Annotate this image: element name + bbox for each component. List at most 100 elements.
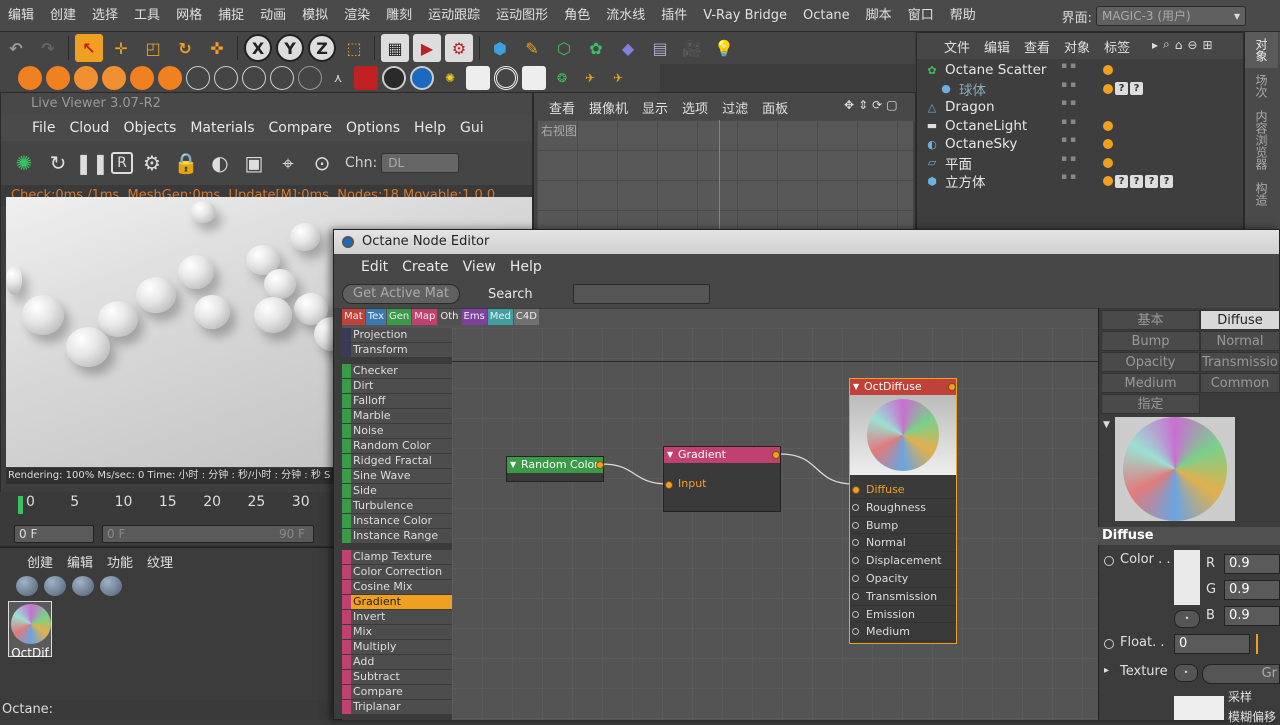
mm-menu-item[interactable]: 编辑	[60, 552, 100, 571]
lv-menu-item[interactable]: Objects	[116, 120, 183, 136]
float-radio-icon[interactable]	[1104, 639, 1114, 649]
subdivision-icon[interactable]: ⬡	[550, 34, 578, 62]
visibility-dots-icon[interactable]: ▪ ▪	[1061, 135, 1089, 153]
scale-tool-icon[interactable]: ◰	[139, 34, 167, 62]
lock-icon[interactable]: 🔒	[171, 148, 201, 178]
floor-icon[interactable]: ▤	[646, 34, 674, 62]
vp-menu-item[interactable]: 面板	[755, 98, 795, 117]
node-search-input[interactable]	[572, 284, 710, 304]
playhead[interactable]	[18, 496, 23, 514]
cube-primitive-icon[interactable]: ⬢	[486, 34, 514, 62]
viewport-area[interactable]	[537, 120, 913, 232]
material-thumbnail[interactable]: OctDif	[8, 601, 52, 660]
node-list-item[interactable]: Invert	[342, 610, 452, 625]
float-slider[interactable]	[1256, 634, 1258, 654]
node-list-item[interactable]: Dirt	[342, 379, 452, 394]
material-tab[interactable]: Bump	[1101, 331, 1200, 351]
octane-tool-14-icon[interactable]	[382, 66, 406, 90]
tag-icon[interactable]: ?	[1130, 82, 1143, 95]
category-tab[interactable]: Map	[412, 309, 438, 325]
material-icon[interactable]: ◐	[205, 148, 235, 178]
octdiffuse-pin-row[interactable]: Displacement	[850, 552, 956, 570]
category-tab[interactable]: Ems	[461, 309, 487, 325]
mat-tool-2-icon[interactable]	[44, 576, 66, 596]
camera-icon[interactable]: 🎥	[678, 34, 706, 62]
frame-icon[interactable]: ▣	[239, 148, 269, 178]
lv-menu-item[interactable]: Cloud	[62, 120, 116, 136]
tag-icon[interactable]	[1103, 157, 1113, 168]
node-list-item[interactable]: Instance Range	[342, 529, 452, 544]
om-home-icon[interactable]: ⌂	[1175, 38, 1183, 52]
octdiffuse-pin-row[interactable]: Medium	[850, 623, 956, 642]
ne-menu-item[interactable]: Help	[503, 259, 549, 275]
menu-item[interactable]: Octane	[795, 0, 858, 32]
tag-icon[interactable]: ?	[1115, 82, 1128, 95]
octane-tool-22-icon[interactable]: ✈	[606, 66, 630, 90]
octane-tool-10-icon[interactable]	[270, 66, 294, 90]
lv-menu-item[interactable]: Compare	[262, 120, 340, 136]
tag-icon[interactable]	[1103, 65, 1113, 75]
pin-icon[interactable]	[852, 486, 860, 494]
node-list-item[interactable]: Instance Color	[342, 514, 452, 529]
color-picker-button[interactable]: •	[1174, 610, 1200, 628]
vp-menu-item[interactable]: 查看	[542, 98, 582, 117]
material-tab[interactable]: 指定	[1101, 394, 1200, 414]
collapse-arrow-icon[interactable]: ▼	[1103, 420, 1110, 430]
menu-item[interactable]: 流水线	[598, 0, 653, 32]
node-list-item[interactable]: Triplanar	[342, 700, 452, 715]
vp-menu-item[interactable]: 显示	[635, 98, 675, 117]
octane-tool-3-icon[interactable]	[74, 66, 98, 90]
om-search-icon[interactable]: ⌕	[1163, 37, 1170, 52]
move-tool-icon[interactable]: ✛	[107, 34, 135, 62]
pause-icon[interactable]: ❚❚	[75, 148, 109, 178]
menu-item[interactable]: 角色	[556, 0, 598, 32]
octdiffuse-output-pin[interactable]	[948, 383, 956, 391]
octdiffuse-pin-row[interactable]: Opacity	[850, 569, 956, 588]
node-gradient[interactable]: Gradient Input	[663, 446, 781, 512]
octdiffuse-pin-row[interactable]: Normal	[850, 534, 956, 553]
menu-item[interactable]: 脚本	[858, 0, 900, 32]
pin-icon[interactable]	[852, 574, 859, 582]
tag-icon[interactable]: ?	[1145, 174, 1158, 188]
float-value-field[interactable]: 0	[1174, 634, 1250, 654]
octane-tool-19-icon[interactable]	[522, 66, 546, 90]
menu-item[interactable]: 雕刻	[378, 0, 420, 32]
redo-icon[interactable]: ↷	[34, 34, 62, 62]
lv-menu-item[interactable]: Options	[339, 120, 407, 136]
tag-icon[interactable]	[1103, 83, 1113, 94]
om-menu-item[interactable]: 标签	[1097, 37, 1137, 56]
vp-menu-item[interactable]: 选项	[675, 98, 715, 117]
octdiffuse-pin-row[interactable]: Emission	[850, 605, 956, 624]
side-tab[interactable]: 场次	[1245, 68, 1278, 104]
node-list-item[interactable]: Sine Wave	[342, 469, 452, 484]
side-tab[interactable]: 构造	[1245, 176, 1278, 212]
node-list-item[interactable]: Marble	[342, 409, 452, 424]
pen-tool-icon[interactable]: ✎	[518, 34, 546, 62]
tag-icon[interactable]: ?	[1130, 174, 1143, 188]
deformer-icon[interactable]: ◆	[614, 34, 642, 62]
vp-menu-item[interactable]: 过滤	[715, 98, 755, 117]
select-tool-icon[interactable]: ↖	[75, 34, 103, 62]
category-tab[interactable]: Med	[487, 309, 513, 325]
lv-menu-item[interactable]: File	[25, 120, 62, 136]
object-row[interactable]: ⬢ 立方体 ▪ ▪????	[917, 172, 1243, 191]
material-tab[interactable]: Common	[1200, 373, 1280, 393]
visibility-dots-icon[interactable]: ▪ ▪	[1061, 172, 1089, 190]
tag-icon[interactable]: ?	[1115, 174, 1128, 188]
om-menu-item[interactable]: 对象	[1057, 37, 1097, 56]
coord-system-icon[interactable]: ⬚	[340, 34, 368, 62]
get-active-mat-button[interactable]: Get Active Mat	[342, 284, 460, 304]
random-color-output-pin[interactable]	[596, 461, 604, 469]
b-value-field[interactable]: 0.9	[1224, 606, 1280, 626]
visibility-dots-icon[interactable]: ▪ ▪	[1061, 154, 1089, 172]
octane-tool-11-icon[interactable]	[298, 66, 322, 90]
octane-tool-7-icon[interactable]	[186, 66, 210, 90]
mm-menu-item[interactable]: 纹理	[140, 552, 180, 571]
render-view-icon[interactable]: ▦	[381, 34, 409, 62]
om-menu-item[interactable]: 编辑	[977, 37, 1017, 56]
material-tab[interactable]: 基本	[1101, 310, 1200, 330]
array-icon[interactable]: ✿	[582, 34, 610, 62]
material-tab[interactable]: Transmissio	[1200, 352, 1280, 372]
object-row[interactable]: ✿ Octane Scatter ▪ ▪	[917, 61, 1243, 80]
octane-tool-17-icon[interactable]	[466, 66, 490, 90]
